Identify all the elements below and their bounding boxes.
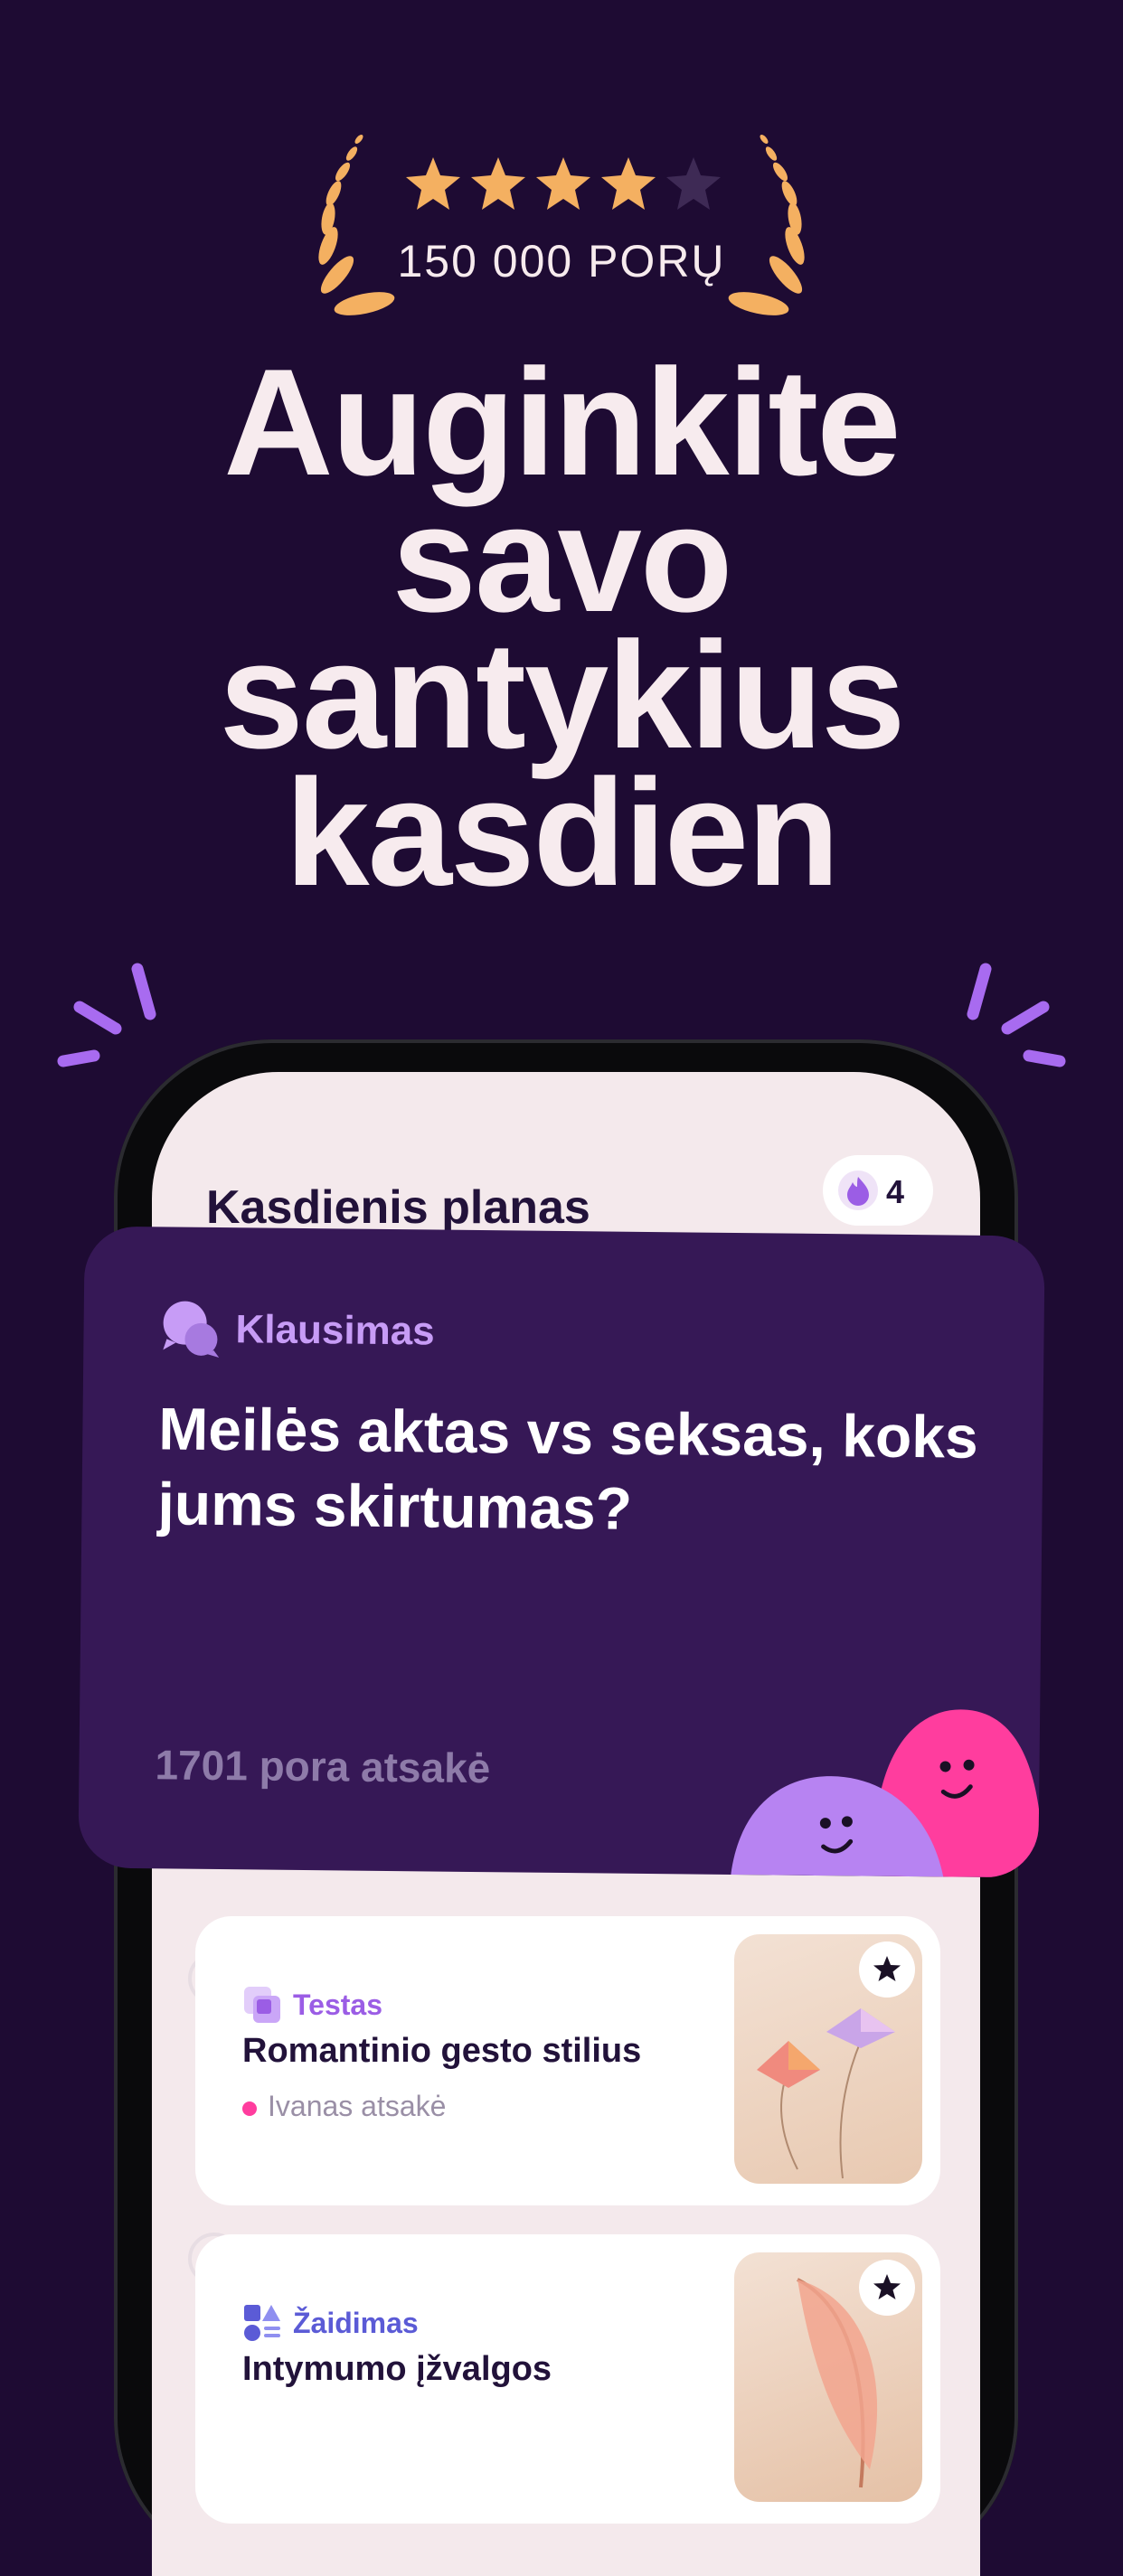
- page-title: Kasdienis planas: [206, 1181, 590, 1234]
- activity-status: Ivanas atsakė: [242, 2090, 446, 2123]
- activity-thumbnail: [734, 1934, 922, 2184]
- question-card[interactable]: Klausimas Meilės aktas vs seksas, koks j…: [78, 1226, 1045, 1878]
- streak-count: 4: [886, 1173, 905, 1210]
- activity-card-game[interactable]: Žaidimas Intymumo įžvalgos: [195, 2234, 940, 2524]
- star-icon: [601, 157, 656, 210]
- headline: Auginkite savo santykius kasdien: [0, 337, 1123, 917]
- star-icon: [873, 2274, 901, 2299]
- activity-tag-label: Testas: [293, 1988, 383, 2021]
- shapes-icon: [244, 2305, 280, 2341]
- bookmark-button[interactable]: [859, 1941, 915, 1998]
- star-empty-icon: [666, 157, 721, 210]
- question-text: Meilės aktas vs seksas, koks jums skirtu…: [157, 1395, 979, 1542]
- answers-count: 1701 pora atsakė: [155, 1741, 491, 1792]
- status-dot: [242, 2101, 257, 2116]
- headline-line: kasdien: [285, 747, 840, 917]
- star-icon: [471, 157, 525, 210]
- bookmark-button[interactable]: [859, 2260, 915, 2316]
- streak-badge[interactable]: 4: [823, 1155, 933, 1226]
- star-rating: [406, 157, 721, 210]
- squares-icon: [244, 1987, 280, 2023]
- sparkle-right-icon: [967, 963, 1066, 1067]
- headline-line: savo: [392, 474, 733, 644]
- question-tag: Klausimas: [159, 1297, 435, 1360]
- laurel-left-icon: [318, 135, 395, 315]
- activity-thumbnail: [734, 2252, 922, 2502]
- question-tag-label: Klausimas: [235, 1307, 435, 1354]
- sparkle-left-icon: [57, 963, 156, 1067]
- star-icon: [873, 1956, 901, 1981]
- headline-line: santykius: [219, 610, 905, 781]
- laurel-right-icon: [728, 135, 805, 315]
- activity-title: Romantinio gesto stilius: [242, 2032, 642, 2070]
- rating-badge: 150 000 PORŲ: [290, 127, 833, 334]
- flame-icon: [838, 1170, 878, 1210]
- speech-bubbles-icon: [163, 1301, 220, 1359]
- activity-title: Intymumo įžvalgos: [242, 2350, 552, 2388]
- activity-tag-label: Žaidimas: [293, 2307, 419, 2339]
- mascot-blobs-icon: [731, 1709, 1042, 1878]
- headline-line: Auginkite: [223, 337, 901, 507]
- activity-card-test[interactable]: Testas Romantinio gesto stilius Ivanas a…: [195, 1916, 940, 2205]
- star-icon: [536, 157, 590, 210]
- star-icon: [406, 157, 460, 210]
